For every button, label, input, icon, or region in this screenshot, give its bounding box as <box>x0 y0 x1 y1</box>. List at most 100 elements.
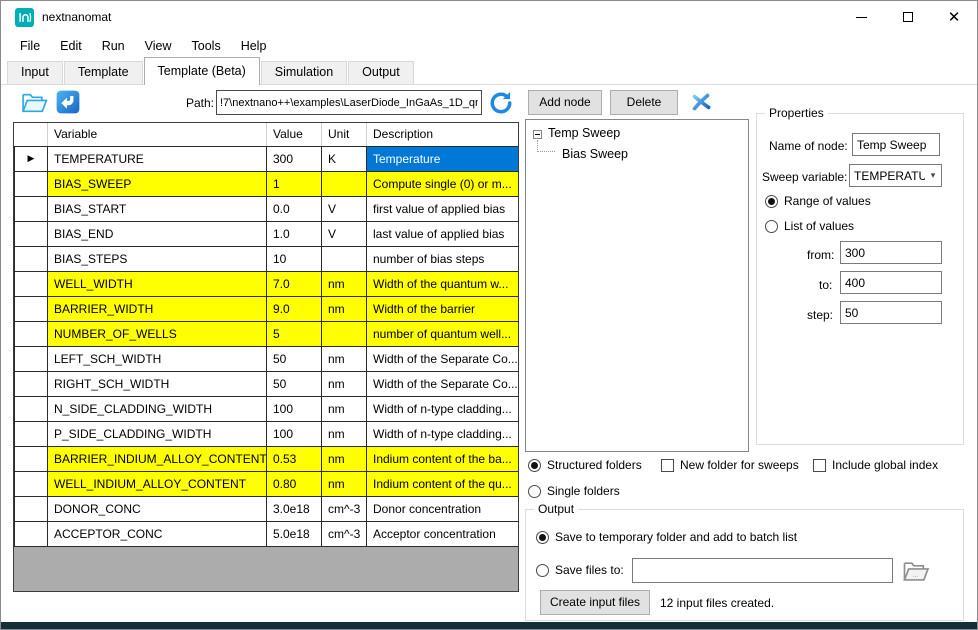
open-file-button[interactable] <box>17 87 51 117</box>
delete-node-x-button[interactable] <box>688 89 715 116</box>
row-selector[interactable] <box>15 471 48 496</box>
cell-value[interactable]: 0.0 <box>267 196 322 221</box>
delete-button[interactable]: Delete <box>610 90 678 115</box>
path-input[interactable] <box>216 90 482 115</box>
cell-description[interactable]: Compute single (0) or m... <box>367 171 519 196</box>
range-of-values-radio[interactable] <box>765 195 778 208</box>
browse-folder-button[interactable]: ... <box>902 559 930 585</box>
tree-collapse-icon[interactable] <box>533 130 542 139</box>
row-selector[interactable] <box>15 171 48 196</box>
to-input[interactable] <box>840 271 942 294</box>
structured-folders-radio[interactable] <box>528 459 541 472</box>
row-selector[interactable] <box>15 371 48 396</box>
cell-unit[interactable]: V <box>322 196 367 221</box>
cell-value[interactable]: 3.0e18 <box>267 496 322 521</box>
tab-input[interactable]: Input <box>7 61 63 84</box>
save-temp-folder-radio[interactable] <box>536 531 549 544</box>
cell-unit[interactable]: nm <box>322 271 367 296</box>
header-value[interactable]: Value <box>267 123 322 146</box>
save-files-to-input[interactable] <box>632 558 893 583</box>
create-input-files-button[interactable]: Create input files <box>540 590 650 615</box>
cell-unit[interactable]: cm^-3 <box>322 521 367 546</box>
cell-value[interactable]: 50 <box>267 371 322 396</box>
cell-unit[interactable]: nm <box>322 446 367 471</box>
row-selector[interactable] <box>15 496 48 521</box>
tree-node-bias-sweep[interactable]: Bias Sweep <box>562 147 628 161</box>
cell-unit[interactable] <box>322 321 367 346</box>
row-selector[interactable] <box>15 396 48 421</box>
sweep-variable-dropdown[interactable]: TEMPERATURE ▾ <box>849 164 942 187</box>
cell-value[interactable]: 1.0 <box>267 221 322 246</box>
row-selector[interactable] <box>15 271 48 296</box>
cell-variable[interactable]: ACCEPTOR_CONC <box>48 521 267 546</box>
cell-variable[interactable]: DONOR_CONC <box>48 496 267 521</box>
row-selector[interactable] <box>15 421 48 446</box>
cell-variable[interactable]: RIGHT_SCH_WIDTH <box>48 371 267 396</box>
cell-value[interactable]: 5 <box>267 321 322 346</box>
cell-unit[interactable]: nm <box>322 471 367 496</box>
tab-template-beta[interactable]: Template (Beta) <box>144 57 260 85</box>
menu-item-help[interactable]: Help <box>231 35 277 57</box>
cell-description[interactable]: Width of n-type cladding... <box>367 396 519 421</box>
cell-variable[interactable]: LEFT_SCH_WIDTH <box>48 346 267 371</box>
from-input[interactable] <box>840 241 942 264</box>
menu-item-view[interactable]: View <box>135 35 182 57</box>
cell-description[interactable]: Indium content of the qu... <box>367 471 519 496</box>
menu-item-tools[interactable]: Tools <box>182 35 231 57</box>
cell-value[interactable]: 1 <box>267 171 322 196</box>
header-unit[interactable]: Unit <box>322 123 367 146</box>
cell-description[interactable]: last value of applied bias <box>367 221 519 246</box>
maximize-button[interactable] <box>891 3 925 31</box>
cell-description[interactable]: number of quantum well... <box>367 321 519 346</box>
row-selector[interactable] <box>15 446 48 471</box>
tab-output[interactable]: Output <box>348 61 414 84</box>
cell-value[interactable]: 10 <box>267 246 322 271</box>
cell-unit[interactable]: nm <box>322 346 367 371</box>
save-files-to-radio[interactable] <box>536 564 549 577</box>
cell-variable[interactable]: BIAS_START <box>48 196 267 221</box>
cell-unit[interactable] <box>322 171 367 196</box>
cell-value[interactable]: 7.0 <box>267 271 322 296</box>
cell-variable[interactable]: BIAS_STEPS <box>48 246 267 271</box>
cell-value[interactable]: 9.0 <box>267 296 322 321</box>
cell-unit[interactable]: cm^-3 <box>322 496 367 521</box>
cell-value[interactable]: 300 <box>267 146 322 171</box>
cell-description[interactable]: Donor concentration <box>367 496 519 521</box>
cell-variable[interactable]: N_SIDE_CLADDING_WIDTH <box>48 396 267 421</box>
header-variable[interactable]: Variable <box>48 123 267 146</box>
row-selector[interactable] <box>15 221 48 246</box>
cell-value[interactable]: 5.0e18 <box>267 521 322 546</box>
list-of-values-radio[interactable] <box>765 220 778 233</box>
menu-item-edit[interactable]: Edit <box>50 35 92 57</box>
sweep-tree-panel[interactable]: Temp Sweep Bias Sweep <box>525 119 749 452</box>
cell-variable[interactable]: BARRIER_INDIUM_ALLOY_CONTENT <box>48 446 267 471</box>
cell-variable[interactable]: BARRIER_WIDTH <box>48 296 267 321</box>
cell-unit[interactable]: V <box>322 221 367 246</box>
cell-variable[interactable]: TEMPERATURE <box>48 146 267 171</box>
single-folders-radio[interactable] <box>528 485 541 498</box>
refresh-button[interactable] <box>487 89 515 117</box>
menu-item-file[interactable]: File <box>10 35 50 57</box>
cell-value[interactable]: 100 <box>267 396 322 421</box>
cell-description[interactable]: Width of n-type cladding... <box>367 421 519 446</box>
cell-description[interactable]: Width of the Separate Co... <box>367 346 519 371</box>
minimize-button[interactable] <box>844 3 878 31</box>
cell-description[interactable]: Width of the quantum w... <box>367 271 519 296</box>
cell-unit[interactable]: K <box>322 146 367 171</box>
row-selector[interactable] <box>15 321 48 346</box>
row-selector[interactable] <box>15 196 48 221</box>
row-selector[interactable] <box>15 246 48 271</box>
cell-variable[interactable]: P_SIDE_CLADDING_WIDTH <box>48 421 267 446</box>
cell-variable[interactable]: BIAS_SWEEP <box>48 171 267 196</box>
cell-description[interactable]: first value of applied bias <box>367 196 519 221</box>
header-description[interactable]: Description <box>367 123 519 146</box>
tab-simulation[interactable]: Simulation <box>261 61 347 84</box>
cell-unit[interactable]: nm <box>322 396 367 421</box>
row-selector[interactable] <box>15 296 48 321</box>
cell-variable[interactable]: BIAS_END <box>48 221 267 246</box>
include-global-index-checkbox[interactable] <box>813 459 826 472</box>
cell-value[interactable]: 0.53 <box>267 446 322 471</box>
tab-template[interactable]: Template <box>64 61 143 84</box>
menu-item-run[interactable]: Run <box>92 35 135 57</box>
cell-variable[interactable]: NUMBER_OF_WELLS <box>48 321 267 346</box>
